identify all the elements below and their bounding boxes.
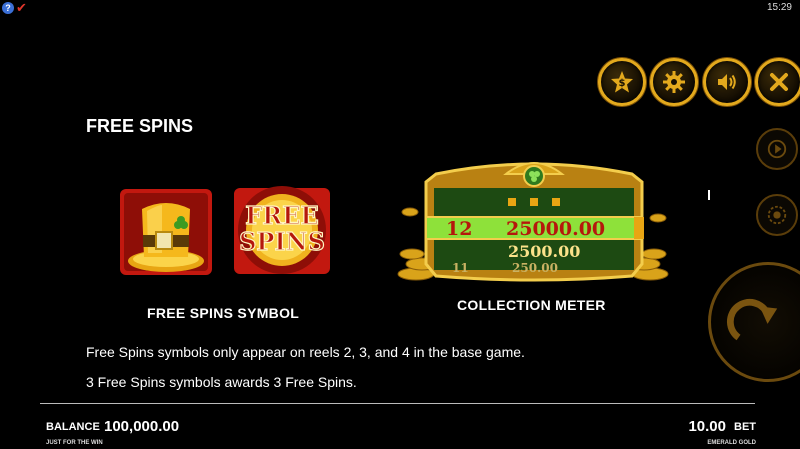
description-line-1: Free Spins symbols only appear on reels … [86,344,525,360]
buy-button[interactable]: $ [598,58,646,106]
meter-active-count: 12 [446,218,472,240]
close-icon [770,73,788,91]
collection-meter: 12 25000.00 2500.00 11 250.00 [396,152,672,288]
cursor [708,190,710,200]
check-icon: ✔ [16,0,27,15]
balance-value: 100,000.00 [104,418,180,435]
symbol-free-text: FREE [245,201,319,230]
bet-coin-button[interactable] [756,194,798,236]
spin-button[interactable] [708,262,800,382]
divider [40,403,755,404]
meter-row-below-amount: 2500.00 [508,242,580,261]
page-title: FREE SPINS [86,116,194,136]
autoplay-icon [767,139,787,159]
clock: 15:29 [766,2,792,13]
bet-value[interactable]: 10.00 [688,418,726,435]
game-tagline: JUST FOR THE WIN [46,440,103,446]
speaker-icon [718,74,736,90]
svg-text:$: $ [619,78,626,89]
meter-row-bottom-count: 11 [452,261,469,275]
meter-active-amount: 25000.00 [506,218,605,240]
hat-symbol [118,187,214,277]
symbol-spins-text: SPINS [239,227,325,256]
collection-meter-label: COLLECTION METER [457,297,606,313]
gear-icon [663,71,685,93]
free-spins-symbol: FREE SPINS [232,180,332,278]
game-name: EMERALD GOLD [707,440,756,446]
coin-stack-icon [767,205,787,225]
bet-label: BET [734,421,756,433]
balance-label: BALANCE [46,421,100,433]
dollar-star-icon: $ [611,71,633,93]
settings-button[interactable] [650,58,698,106]
sound-button[interactable] [703,58,751,106]
meter-row-bottom-amount: 250.00 [512,261,558,275]
close-button[interactable] [755,58,800,106]
spin-arrow-icon [726,298,778,341]
help-icon[interactable]: ? [2,2,14,14]
description-line-2: 3 Free Spins symbols awards 3 Free Spins… [86,374,357,390]
autoplay-button[interactable] [756,128,798,170]
free-spins-symbol-label: FREE SPINS SYMBOL [147,305,300,321]
